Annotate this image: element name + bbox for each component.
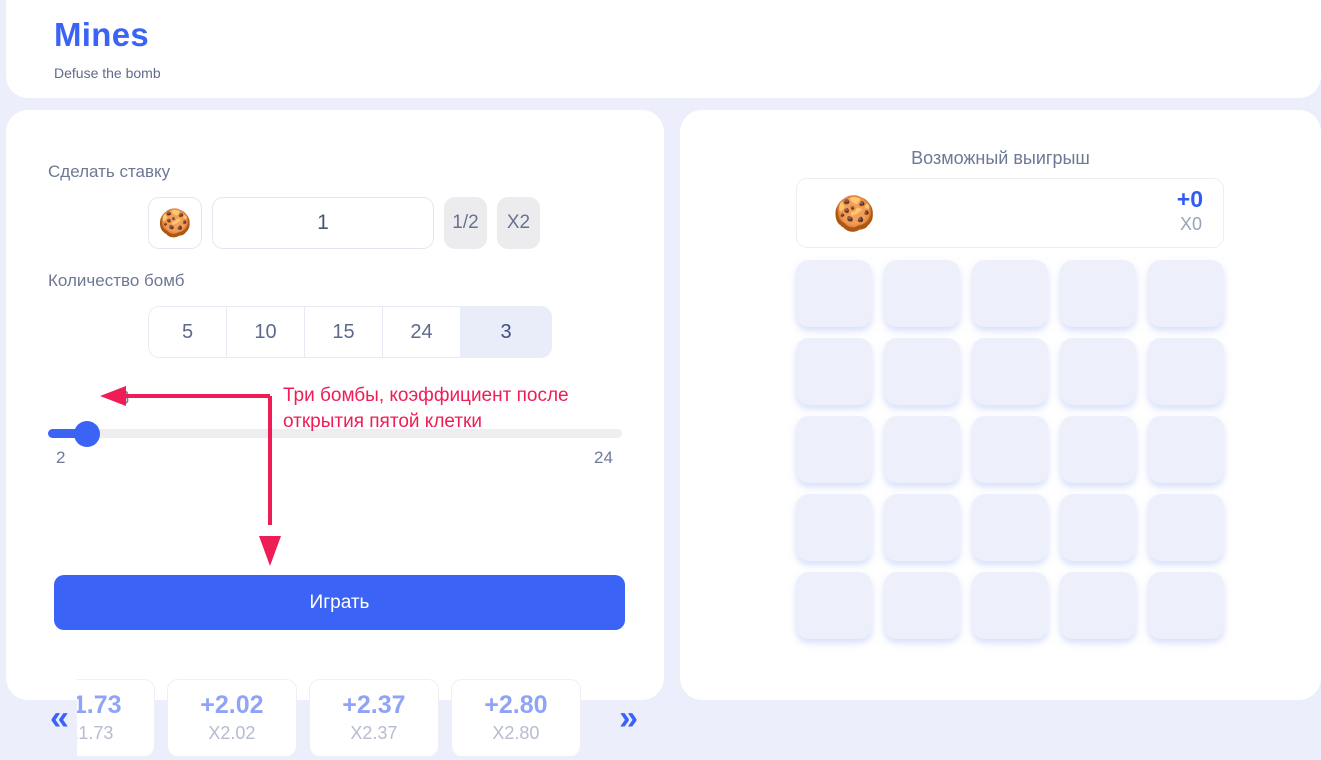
win-amount: +0 <box>1176 186 1203 212</box>
bet-label: Сделать ставку <box>48 162 171 181</box>
bomb-count-option-custom[interactable]: 3 <box>460 306 552 358</box>
app-header: Mines Defuse the bomb <box>6 0 1321 98</box>
bomb-count-slider[interactable]: 3 2 24 <box>48 388 622 475</box>
coefficient-value: +2.02 <box>200 691 264 719</box>
mine-cell[interactable] <box>1060 572 1136 639</box>
slider-thumb[interactable] <box>74 421 100 447</box>
coefficient-value: +2.80 <box>484 691 548 719</box>
coefficient-card[interactable]: +2.80 X2.80 <box>450 679 581 757</box>
slider-max-label: 24 <box>594 448 613 467</box>
coefficient-card[interactable]: +1.73 X1.73 <box>76 679 155 757</box>
coefficient-multiplier: X2.80 <box>492 723 540 743</box>
mine-cell[interactable] <box>796 338 872 405</box>
bomb-count-option-10[interactable]: 10 <box>226 306 304 358</box>
mine-cell[interactable] <box>796 572 872 639</box>
mine-cell[interactable] <box>1060 494 1136 561</box>
coefficient-strip: +1.73 X1.73 +2.02 X2.02 +2.37 X2.37 +2.8… <box>76 679 581 757</box>
mine-cell[interactable] <box>1148 494 1224 561</box>
bomb-count-option-24[interactable]: 24 <box>382 306 460 358</box>
bomb-count-option-5[interactable]: 5 <box>148 306 226 358</box>
mine-cell[interactable] <box>1148 416 1224 483</box>
page-subtitle: Defuse the bomb <box>54 65 161 81</box>
possible-win-card: 🍪 +0 X0 <box>796 178 1224 248</box>
bet-amount-input[interactable] <box>212 197 434 249</box>
slider-current-value: 3 <box>118 388 130 409</box>
mine-cell[interactable] <box>884 416 960 483</box>
chevron-right-icon[interactable]: » <box>611 701 638 735</box>
coefficient-multiplier: X2.02 <box>208 723 256 743</box>
game-board-panel: Возможный выигрыш 🍪 +0 X0 <box>680 110 1321 700</box>
cookie-icon[interactable]: 🍪 <box>148 197 202 249</box>
mine-cell[interactable] <box>1060 260 1136 327</box>
chevron-left-icon[interactable]: « <box>46 701 69 735</box>
mine-cell[interactable] <box>884 338 960 405</box>
mine-cell[interactable] <box>972 260 1048 327</box>
coefficient-card[interactable]: +2.02 X2.02 <box>166 679 297 757</box>
bombs-label: Количество бомб <box>48 271 185 290</box>
slider-track[interactable] <box>48 429 622 438</box>
coefficient-value: +2.37 <box>342 691 406 719</box>
win-multiplier: X0 <box>1179 214 1202 234</box>
possible-win-title: Возможный выигрыш <box>911 148 1090 168</box>
mine-cell[interactable] <box>884 494 960 561</box>
page-title: Mines <box>54 16 150 53</box>
bet-controls-panel: Сделать ставку 🍪 1/2 X2 Количество бомб … <box>6 110 664 757</box>
coefficient-value: +1.73 <box>76 691 122 719</box>
bet-double-button[interactable]: X2 <box>497 197 540 249</box>
mine-cell[interactable] <box>884 572 960 639</box>
mine-cell[interactable] <box>972 494 1048 561</box>
mine-cell[interactable] <box>1060 416 1136 483</box>
mine-cell[interactable] <box>1148 572 1224 639</box>
mine-cell[interactable] <box>972 572 1048 639</box>
mines-grid <box>796 260 1224 639</box>
mine-cell[interactable] <box>884 260 960 327</box>
play-button[interactable]: Играть <box>54 575 625 630</box>
mine-cell[interactable] <box>1148 260 1224 327</box>
coefficient-card[interactable]: +2.37 X2.37 <box>308 679 439 757</box>
mine-cell[interactable] <box>972 416 1048 483</box>
coefficient-multiplier: X1.73 <box>77 723 114 743</box>
bomb-count-option-15[interactable]: 15 <box>304 306 382 358</box>
slider-min-label: 2 <box>56 448 66 467</box>
bomb-count-selector: 5 10 15 24 3 <box>148 306 552 358</box>
mine-cell[interactable] <box>796 416 872 483</box>
mine-cell[interactable] <box>1148 338 1224 405</box>
coefficient-multiplier: X2.37 <box>350 723 398 743</box>
coefficient-carousel: « +1.73 X1.73 +2.02 X2.02 +2.37 X2.37 +2… <box>46 676 638 760</box>
mine-cell[interactable] <box>972 338 1048 405</box>
cookie-icon: 🍪 <box>833 195 876 233</box>
bet-row: 🍪 1/2 X2 <box>148 197 540 249</box>
mine-cell[interactable] <box>1060 338 1136 405</box>
bet-half-button[interactable]: 1/2 <box>444 197 487 249</box>
mine-cell[interactable] <box>796 494 872 561</box>
coefficient-viewport: +1.73 X1.73 +2.02 X2.02 +2.37 X2.37 +2.8… <box>76 676 599 760</box>
mine-cell[interactable] <box>796 260 872 327</box>
